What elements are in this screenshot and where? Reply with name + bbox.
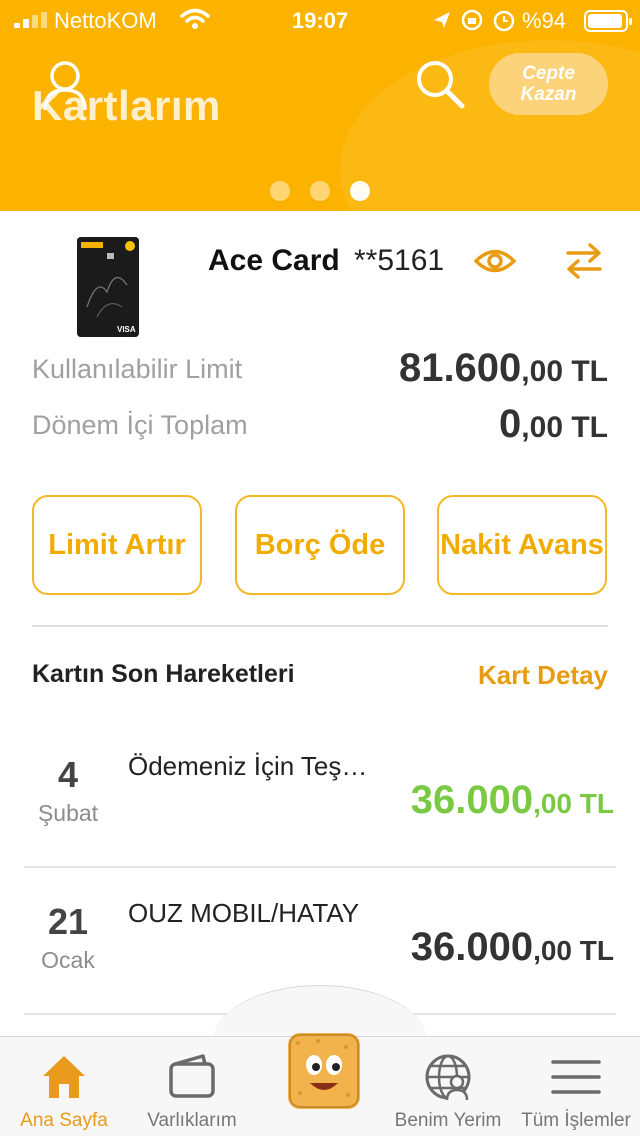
nav-label-assets: Varlıklarım	[147, 1110, 237, 1131]
available-limit-value: 81.600,00 TL	[399, 346, 608, 391]
status-icons	[434, 9, 515, 32]
nav-item-all-operations[interactable]: Tüm İşlemler	[512, 1050, 640, 1136]
nav-item-my-place[interactable]: Benim Yerim	[384, 1050, 512, 1136]
cepte-kazan-line2: Kazan	[520, 84, 577, 105]
transaction-day: 4	[57, 754, 79, 795]
nav-item-assets[interactable]: Varlıklarım	[128, 1050, 256, 1136]
transaction-day: 21	[47, 901, 89, 942]
wallet-icon	[169, 1054, 215, 1098]
period-total-value: 0,00 TL	[499, 402, 608, 447]
mascot-icon[interactable]	[288, 1033, 360, 1109]
nav-label-my-place: Benim Yerim	[394, 1110, 502, 1131]
card-image[interactable]: VISA	[77, 237, 139, 337]
transaction-month: Şubat	[37, 800, 99, 826]
swap-icon[interactable]	[564, 242, 604, 280]
carousel-dot[interactable]	[270, 181, 290, 201]
transaction-amount-frac: ,00 TL	[533, 788, 614, 819]
globe-user-icon	[425, 1054, 471, 1101]
cepte-kazan-button[interactable]: Cepte Kazan	[489, 53, 608, 115]
period-total-label: Dönem İçi Toplam	[32, 410, 248, 440]
user-icon[interactable]	[42, 60, 88, 112]
card-screen: NettoKOM 19:07 %94 Kartlarım Cepte Kazan…	[0, 0, 640, 1136]
eye-icon[interactable]	[474, 246, 516, 276]
battery-percent: %94	[522, 8, 567, 33]
available-limit-frac: ,00 TL	[521, 355, 608, 388]
transaction-divider	[24, 866, 616, 868]
divider	[32, 625, 608, 627]
nav-label-home: Ana Sayfa	[20, 1110, 108, 1131]
battery-icon	[584, 10, 632, 32]
menu-icon	[551, 1060, 601, 1094]
home-icon	[43, 1056, 85, 1098]
card-name: Ace Card	[208, 244, 340, 277]
transaction-amount: 36.000,00 TL	[411, 778, 614, 823]
available-limit-label: Kullanılabilir Limit	[32, 354, 243, 384]
transaction-month: Ocak	[41, 947, 95, 973]
period-total-frac: ,00 TL	[521, 411, 608, 444]
pay-debt-button[interactable]: Borç Öde	[235, 495, 405, 595]
card-detail-link[interactable]: Kart Detay	[478, 660, 608, 691]
header: NettoKOM 19:07 %94 Kartlarım Cepte Kazan	[0, 0, 640, 211]
status-bar: NettoKOM 19:07 %94	[0, 0, 640, 40]
transaction-amount-int: 36.000	[410, 925, 534, 969]
nav-item-home[interactable]: Ana Sayfa	[0, 1050, 128, 1136]
period-total-int: 0	[499, 402, 522, 446]
search-icon[interactable]	[414, 58, 466, 110]
card-number: **5161	[354, 244, 445, 277]
carousel-dot[interactable]	[310, 181, 330, 201]
available-limit-int: 81.600	[398, 346, 522, 390]
transaction-amount: 36.000,00 TL	[411, 925, 614, 970]
transaction-description: OUZ MOBIL/HATAY	[128, 898, 360, 928]
transaction-amount-int: 36.000	[410, 778, 534, 822]
limit-increase-button[interactable]: Limit Artır	[32, 495, 202, 595]
recent-transactions-title: Kartın Son Hareketleri	[32, 660, 295, 688]
cepte-kazan-line1: Cepte	[522, 63, 575, 84]
carousel-indicator[interactable]	[270, 181, 380, 201]
transaction-amount-frac: ,00 TL	[533, 935, 614, 966]
cash-advance-button[interactable]: Nakit Avans	[437, 495, 607, 595]
svg-text:VISA: VISA	[117, 325, 136, 334]
carousel-dot-active[interactable]	[350, 181, 370, 201]
nav-label-all-operations: Tüm İşlemler	[521, 1110, 631, 1131]
transaction-description: Ödemeniz İçin Teş…	[128, 751, 368, 781]
